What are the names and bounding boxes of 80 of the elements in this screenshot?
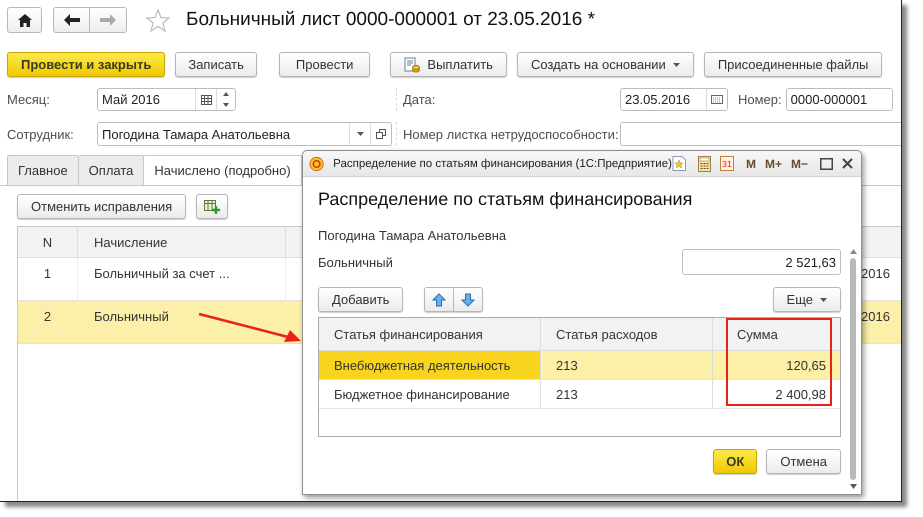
dialog-heading: Распределение по статьям финансирования	[318, 189, 694, 211]
calendar-button[interactable]: 31	[720, 156, 734, 171]
column-header: Статья расходов	[541, 318, 713, 350]
column-header: Начисление	[78, 227, 286, 257]
table-add-icon	[204, 200, 220, 214]
scroll-down-icon[interactable]	[850, 484, 856, 489]
table-cell: Бюджетное финансирование	[319, 380, 541, 408]
calendar-icon[interactable]	[200, 94, 212, 104]
create-based-on-button[interactable]: Создать на основании	[516, 52, 694, 77]
toolbar-button[interactable]: Выплатить	[390, 52, 507, 77]
memory-button[interactable]: M−	[790, 156, 808, 170]
close-icon[interactable]	[842, 158, 853, 169]
caret-icon	[672, 62, 680, 66]
memory-button[interactable]: M	[746, 156, 756, 170]
toolbar-button[interactable]: Присоединенные файлы	[704, 52, 882, 77]
ok-button[interactable]: ОК	[713, 449, 758, 474]
move-down-button[interactable]	[454, 287, 484, 312]
star-icon[interactable]	[146, 8, 170, 32]
document-coins-icon	[404, 56, 420, 72]
cancel-corrections-button[interactable]: Отменить исправления	[17, 194, 186, 219]
tab[interactable]: Оплата	[78, 155, 144, 185]
month-field[interactable]: Май 2016	[97, 88, 236, 111]
sick-note-number-field[interactable]	[620, 122, 901, 146]
home-button[interactable]	[7, 7, 42, 33]
scrollbar[interactable]	[848, 249, 858, 489]
date-field[interactable]: 23.05.2016	[620, 88, 728, 111]
maximize-icon[interactable]	[820, 158, 833, 170]
column-header: Статья финансирования	[319, 318, 541, 350]
memory-button[interactable]: M+	[764, 156, 782, 170]
employee-label: Сотрудник:	[7, 126, 75, 142]
accrual-label: Больничный	[318, 254, 393, 270]
cancel-button[interactable]: Отмена	[766, 449, 841, 474]
down-arrow-icon	[461, 292, 476, 306]
post-and-close-button[interactable]: Провести и закрыть	[7, 52, 166, 77]
sick-note-number-label: Номер листка нетрудоспособности:	[403, 126, 620, 142]
dialog-title: Распределение по статьям финансирования (1С:Предприятие)	[333, 158, 672, 170]
table-cell-text: 2 400,98	[774, 386, 827, 404]
tab[interactable]: Начислено (подробно)	[144, 155, 302, 185]
table-row[interactable]: Бюджетное финансирование 213 2 400,98	[319, 380, 840, 409]
back-button[interactable]	[53, 7, 90, 33]
toolbar-button[interactable]: Записать	[175, 52, 257, 77]
number-label: Номер:	[738, 92, 782, 107]
up-arrow-icon	[432, 292, 446, 306]
back-arrow-icon	[64, 14, 80, 26]
table-cell: 213	[541, 380, 713, 408]
calculator-icon[interactable]	[698, 156, 711, 172]
date-label: Дата:	[403, 92, 436, 107]
move-up-button[interactable]	[424, 287, 454, 312]
spin-down-icon[interactable]	[223, 102, 229, 107]
month-label: Месяц:	[7, 92, 51, 107]
open-icon[interactable]	[376, 129, 386, 139]
employee-name: Погодина Тамара Анатольевна	[318, 228, 506, 242]
dropdown-icon[interactable]	[356, 132, 364, 136]
add-button[interactable]: Добавить	[318, 287, 404, 312]
table-cell: 1	[18, 258, 78, 300]
table-cell-text: 2016	[861, 265, 891, 283]
table-cell: Внебюджетная деятельность	[319, 351, 541, 379]
employee-field[interactable]: Погодина Тамара Анатольевна	[97, 122, 392, 146]
tab[interactable]: Главное	[7, 155, 79, 185]
number-field[interactable]: 0000-000001	[786, 88, 893, 111]
calendar-icon[interactable]	[711, 95, 723, 104]
forward-arrow-icon	[100, 14, 116, 26]
favorite-icon[interactable]	[672, 156, 686, 171]
column-header: N	[18, 227, 78, 257]
table-cell-text: 120,65	[785, 356, 827, 374]
scroll-up-icon[interactable]	[850, 249, 856, 254]
column-header: Сумма	[736, 326, 779, 344]
table-cell: 2	[18, 301, 78, 343]
more-button[interactable]: Еще	[772, 287, 841, 312]
table-row[interactable]: Внебюджетная деятельность 213 120,65	[319, 351, 840, 380]
spin-up-icon[interactable]	[223, 92, 229, 96]
table-cell: 213	[541, 351, 713, 379]
home-icon	[18, 14, 32, 26]
table-cell: Больничный за счет ...	[78, 258, 286, 300]
document-title: Больничный лист 0000-000001 от 23.05.2016 *	[186, 9, 596, 31]
toolbar-button[interactable]: Провести	[278, 52, 370, 77]
table-add-button[interactable]	[196, 194, 228, 219]
app-logo-icon	[309, 156, 324, 172]
total-field[interactable]: 2 521,63	[682, 249, 841, 275]
table-cell-text: 2016	[861, 308, 891, 326]
